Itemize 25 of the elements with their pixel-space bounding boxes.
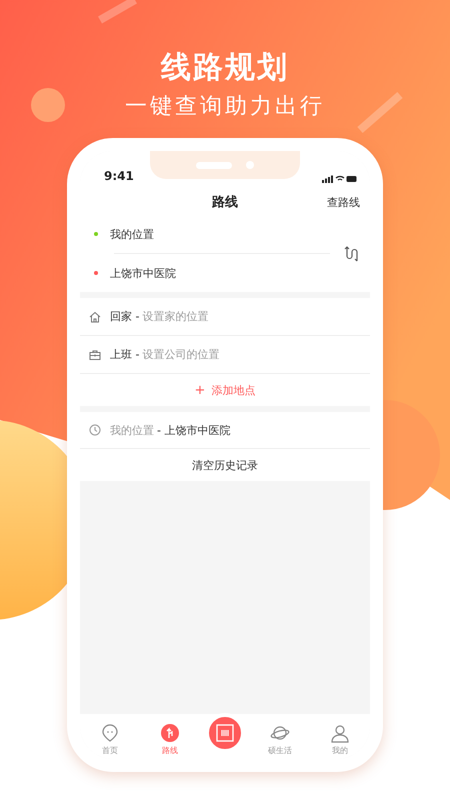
clear-history-button[interactable]: 清空历史记录 — [80, 449, 370, 481]
clock-icon — [89, 424, 101, 436]
location-field[interactable]: 我的位置 — [110, 226, 154, 242]
user-icon — [330, 723, 350, 743]
search-route-link[interactable]: 查路线 — [327, 194, 360, 210]
camera-dot — [246, 161, 254, 169]
barcode-icon — [215, 723, 235, 743]
swap-icon[interactable] — [344, 246, 358, 262]
promo-subtitle: 一键查询助力出行 — [125, 93, 325, 121]
history-destination[interactable]: - 上饶市中医院 — [157, 422, 230, 438]
promo-title: 线路规划 — [161, 50, 289, 86]
home-icon — [89, 310, 101, 322]
place-hint: 设置家的位置 — [142, 309, 208, 324]
decor-circle — [31, 88, 65, 122]
page-title: 路线 — [212, 194, 238, 211]
briefcase-icon — [89, 348, 101, 360]
status-icons — [322, 175, 358, 183]
place-name[interactable]: 回家 - — [110, 309, 140, 324]
speaker-slot — [196, 162, 232, 168]
place-hint: 设置公司的位置 — [142, 347, 220, 362]
face-pin-icon — [100, 723, 120, 743]
location-field[interactable]: 上饶市中医院 — [110, 266, 176, 280]
place-name[interactable]: 上班 - — [110, 347, 140, 362]
status-time: 9:41 — [104, 169, 134, 183]
route-icon — [160, 723, 180, 743]
